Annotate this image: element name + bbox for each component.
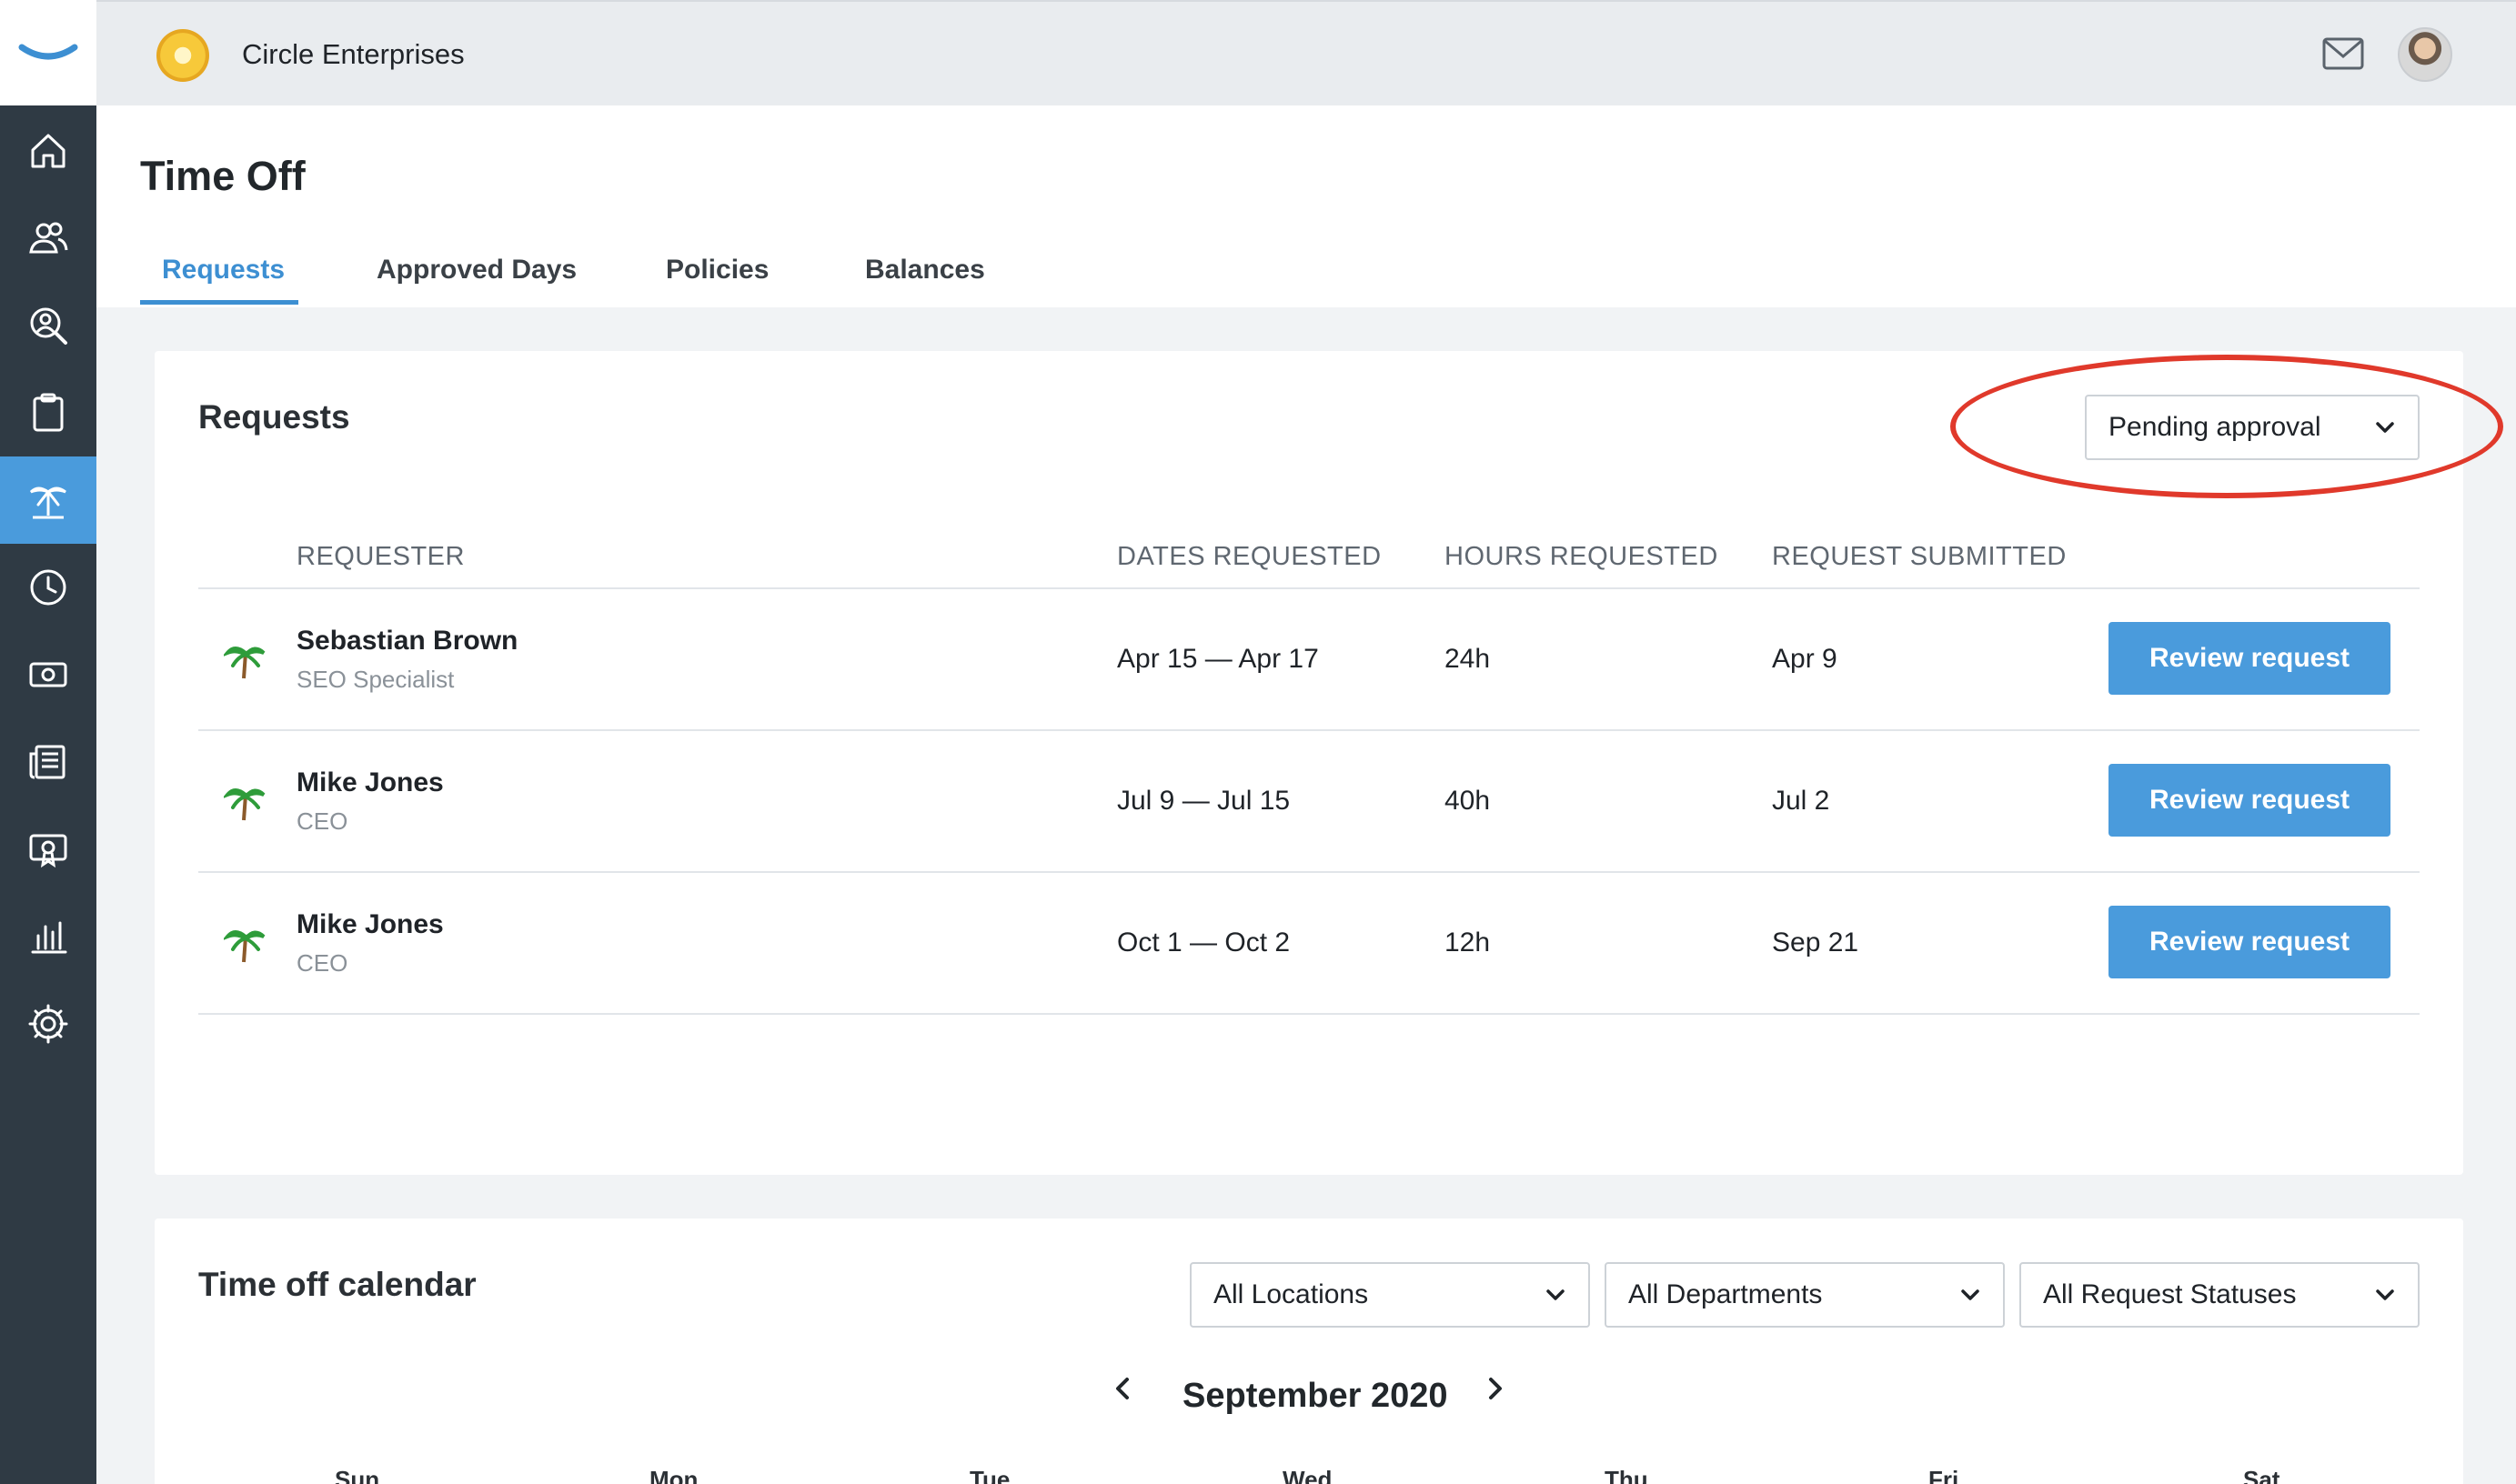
- clock-icon: [30, 569, 66, 606]
- requester-name[interactable]: Mike Jones: [297, 909, 444, 940]
- calendar-card: [155, 1218, 2463, 1484]
- page-header: Time Off Requests Approved Days Policies…: [96, 105, 2516, 307]
- requester-name[interactable]: Mike Jones: [297, 767, 444, 798]
- weekday-label: Sun: [335, 1466, 380, 1484]
- requester-name[interactable]: Sebastian Brown: [297, 626, 518, 657]
- weekday-label: Mon: [649, 1466, 699, 1484]
- app-logo[interactable]: [0, 0, 96, 105]
- department-filter-value: All Departments: [1628, 1279, 1823, 1309]
- nav-people[interactable]: [0, 195, 96, 282]
- requests-card-title: Requests: [198, 398, 350, 436]
- nav-time-off[interactable]: [0, 456, 96, 544]
- weekday-label: Tue: [970, 1466, 1011, 1484]
- calendar-card-title: Time off calendar: [198, 1266, 477, 1303]
- requester-role: CEO: [297, 949, 348, 977]
- requester-role: CEO: [297, 807, 348, 835]
- tab-policies[interactable]: Policies: [666, 255, 769, 286]
- hours-requested: 12h: [1444, 928, 1491, 958]
- location-filter-select[interactable]: All Locations: [1190, 1262, 1590, 1328]
- column-header-requester: REQUESTER: [297, 542, 465, 571]
- nav-recruiting[interactable]: [0, 282, 96, 369]
- location-filter-value: All Locations: [1213, 1279, 1369, 1309]
- table-divider: [198, 729, 2420, 731]
- dates-requested: Oct 1 — Oct 2: [1117, 928, 1291, 958]
- column-header-submitted: REQUEST SUBMITTED: [1772, 542, 2067, 571]
- request-submitted: Jul 2: [1772, 786, 1830, 816]
- calendar-month-label: September 2020: [1183, 1377, 1448, 1415]
- table-divider: [198, 587, 2420, 589]
- gear-icon: [28, 1004, 68, 1044]
- chevron-right-icon[interactable]: [1483, 1373, 1508, 1404]
- chevron-down-icon: [1546, 1289, 1565, 1300]
- nav-onboarding[interactable]: [0, 369, 96, 456]
- home-icon: [31, 134, 65, 168]
- clipboard-icon: [33, 393, 64, 432]
- column-header-dates: DATES REQUESTED: [1117, 542, 1382, 571]
- nav-home[interactable]: [0, 107, 96, 195]
- weekday-label: Wed: [1283, 1466, 1333, 1484]
- dates-requested: Apr 15 — Apr 17: [1117, 644, 1319, 674]
- review-request-button[interactable]: Review request: [2108, 764, 2390, 837]
- review-request-button[interactable]: Review request: [2108, 622, 2390, 695]
- palm-tree-icon: [29, 486, 66, 519]
- chevron-down-icon: [2376, 1289, 2394, 1300]
- company-logo-icon: [156, 29, 209, 82]
- nav-reports[interactable]: [0, 893, 96, 980]
- money-icon: [29, 662, 67, 687]
- palm-tree-icon: [224, 788, 266, 821]
- request-submitted: Apr 9: [1772, 644, 1837, 674]
- dates-requested: Jul 9 — Jul 15: [1117, 786, 1291, 816]
- company-name[interactable]: Circle Enterprises: [242, 38, 465, 71]
- smile-logo-icon: [18, 44, 78, 60]
- department-filter-select[interactable]: All Departments: [1605, 1262, 2005, 1328]
- search-person-icon: [30, 307, 67, 345]
- table-divider: [198, 1013, 2420, 1015]
- chevron-down-icon: [1961, 1289, 1979, 1300]
- hours-requested: 40h: [1444, 786, 1491, 816]
- tab-balances[interactable]: Balances: [865, 255, 985, 286]
- nav-payroll[interactable]: [0, 631, 96, 718]
- nav-settings[interactable]: [0, 980, 96, 1068]
- tab-requests[interactable]: Requests: [162, 255, 285, 286]
- requester-role: SEO Specialist: [297, 666, 455, 693]
- weekday-label: Fri: [1928, 1466, 1959, 1484]
- chevron-left-icon[interactable]: [1110, 1373, 1135, 1404]
- hours-requested: 24h: [1444, 644, 1491, 674]
- active-tab-indicator: [140, 300, 298, 305]
- sidebar: [0, 0, 96, 1484]
- people-icon: [29, 222, 68, 254]
- column-header-hours: HOURS REQUESTED: [1444, 542, 1718, 571]
- table-divider: [198, 871, 2420, 873]
- nav-training[interactable]: [0, 806, 96, 893]
- top-bar: Circle Enterprises: [96, 0, 2516, 105]
- mail-icon[interactable]: [2321, 36, 2365, 71]
- certificate-icon: [29, 834, 67, 868]
- nav-time-tracking[interactable]: [0, 544, 96, 631]
- weekday-label: Thu: [1605, 1466, 1648, 1484]
- highlight-annotation: [1950, 355, 2503, 498]
- nav-news[interactable]: [0, 718, 96, 806]
- palm-tree-icon: [224, 647, 266, 679]
- page-title: Time Off: [140, 153, 306, 199]
- avatar[interactable]: [2398, 27, 2452, 82]
- news-icon: [29, 745, 65, 779]
- tab-approved-days[interactable]: Approved Days: [377, 255, 577, 286]
- bar-chart-icon: [31, 921, 67, 954]
- review-request-button[interactable]: Review request: [2108, 906, 2390, 978]
- status-filter-select[interactable]: All Request Statuses: [2019, 1262, 2420, 1328]
- request-submitted: Sep 21: [1772, 928, 1859, 958]
- status-filter-value: All Request Statuses: [2043, 1279, 2297, 1309]
- weekday-label: Sat: [2243, 1466, 2280, 1484]
- palm-tree-icon: [224, 930, 266, 963]
